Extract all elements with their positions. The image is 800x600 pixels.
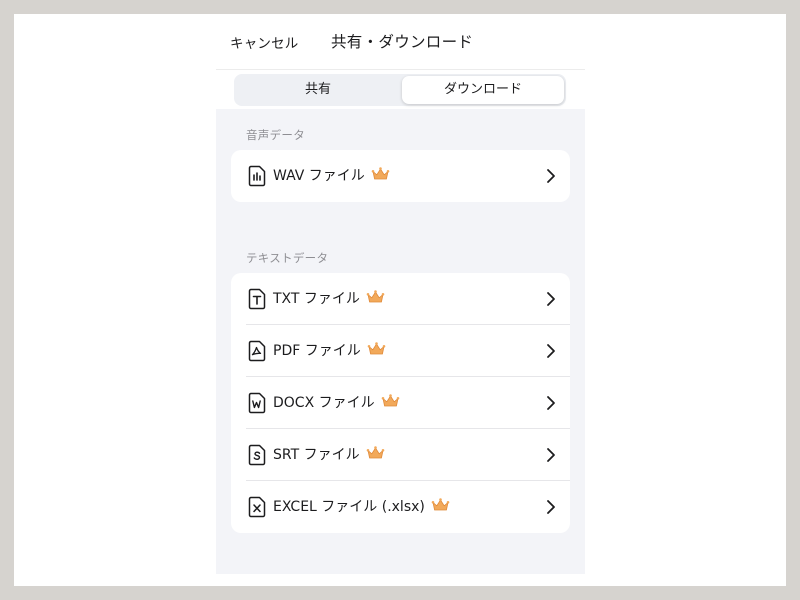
audio-file-icon (248, 165, 266, 187)
crown-icon (431, 498, 450, 511)
chevron-right-icon (547, 448, 555, 462)
list-item-label: TXT ファイル (273, 291, 360, 307)
list-item-txt[interactable]: TXT ファイル (231, 273, 570, 325)
text-card: TXT ファイル PDF ファイル DOCX ファイル SRT ファイル EXC… (231, 273, 570, 533)
page-title: 共有・ダウンロード (331, 33, 474, 51)
tab-share[interactable]: 共有 (236, 76, 400, 104)
list-item-label: DOCX ファイル (273, 395, 375, 411)
list-item-label: WAV ファイル (273, 168, 365, 184)
section-label-audio: 音声データ (246, 128, 305, 142)
section-label-text: テキストデータ (246, 251, 329, 265)
srt-file-icon (248, 444, 266, 466)
pdf-file-icon (248, 340, 266, 362)
navigation-bar: キャンセル 共有・ダウンロード (216, 26, 585, 69)
tab-bar: 共有 ダウンロード (216, 69, 585, 109)
chevron-right-icon (547, 292, 555, 306)
crown-icon (366, 290, 385, 303)
list-item-excel[interactable]: EXCEL ファイル (.xlsx) (231, 481, 570, 533)
crown-icon (371, 167, 390, 180)
list-item-wav[interactable]: WAV ファイル (231, 150, 570, 202)
tab-download[interactable]: ダウンロード (402, 76, 564, 104)
audio-card: WAV ファイル (231, 150, 570, 202)
list-item-pdf[interactable]: PDF ファイル (231, 325, 570, 377)
crown-icon (381, 394, 399, 407)
segmented-control: 共有 ダウンロード (234, 74, 566, 106)
list-item-docx[interactable]: DOCX ファイル (231, 377, 570, 429)
docx-file-icon (248, 392, 266, 414)
cancel-button[interactable]: キャンセル (230, 35, 299, 53)
list-item-label: SRT ファイル (273, 447, 360, 463)
txt-file-icon (248, 288, 266, 310)
crown-icon (366, 446, 384, 459)
excel-file-icon (248, 496, 266, 518)
list-item-srt[interactable]: SRT ファイル (231, 429, 570, 481)
chevron-right-icon (547, 169, 555, 183)
chevron-right-icon (547, 344, 555, 358)
chevron-right-icon (547, 396, 555, 410)
share-download-screen: キャンセル 共有・ダウンロード 共有 ダウンロード 音声データ WAV ファイル… (216, 26, 585, 574)
crown-icon (367, 342, 386, 355)
list-item-label: EXCEL ファイル (.xlsx) (273, 499, 425, 515)
chevron-right-icon (547, 500, 555, 514)
list-item-label: PDF ファイル (273, 343, 361, 359)
